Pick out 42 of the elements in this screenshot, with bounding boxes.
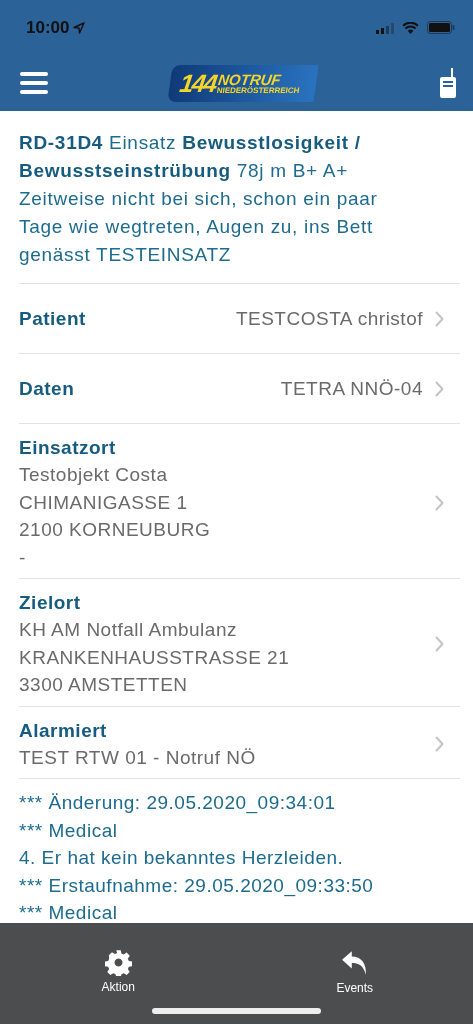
radio-icon[interactable] — [439, 68, 457, 98]
row-value: 2100 KORNEUBURG — [19, 518, 212, 542]
row-label: Patient — [19, 306, 87, 331]
gear-icon — [104, 949, 132, 976]
row-value: 3300 AMSTETTEN — [19, 673, 189, 697]
chevron-icon — [435, 380, 444, 397]
incident-summary: RD-31D4 Einsatz Bewusstlosigkeit / Bewusstseinstrübung 78j m B+ A+ Zeitweise nicht bei sich, schon ein paar Tage wie wegtreten, Augen zu, ins Bett genässt TESTEINSATZ — [19, 131, 379, 267]
row-value: TEST RTW 01 - Notruf NÖ — [19, 745, 257, 770]
event-note: *** Medical — [19, 818, 119, 843]
detail-row[interactable]: Alarmiert TEST RTW 01 - Notruf NÖ — [19, 705, 460, 778]
menu-icon[interactable] — [20, 71, 48, 95]
reply-arrow-icon — [340, 949, 369, 977]
tab-button[interactable]: Aktion — [0, 923, 237, 1024]
battery-icon — [427, 21, 455, 34]
row-label: Alarmiert — [19, 718, 108, 743]
row-label: Einsatzort — [19, 436, 117, 460]
row-value: KH AM Notfall Ambulanz — [19, 618, 238, 642]
chevron-icon — [435, 310, 444, 327]
detail-row[interactable]: Einsatzort Testobjekt Costa CHIMANIGASSE 1 2100 KORNEUBURG - — [19, 423, 460, 578]
event-note: *** Änderung: 29.05.2020_09:34:01 — [19, 791, 337, 816]
event-note: *** Medical — [19, 901, 119, 923]
row-value: CHIMANIGASSE 1 — [19, 490, 189, 515]
wifi-icon — [402, 21, 419, 34]
row-value: Testobjekt Costa — [19, 463, 169, 487]
chevron-icon — [435, 495, 444, 511]
detail-row[interactable]: Zielort KH AM Notfall Ambulanz KRANKENHAUSSTRASSE 21 3300 AMSTETTEN — [19, 578, 460, 706]
detail-row[interactable]: Daten TETRA NNÖ-04 — [19, 353, 460, 423]
clock-time: 10:00 — [26, 17, 70, 38]
detail-row[interactable]: Patient TESTCOSTA christof — [19, 283, 460, 353]
location-arrow-icon — [73, 21, 86, 34]
row-value: - — [19, 545, 27, 570]
row-value: KRANKENHAUSSTRASSE 21 — [19, 645, 291, 670]
tab-button[interactable]: Events — [236, 923, 473, 1024]
chevron-icon — [435, 736, 444, 753]
row-label: Daten — [19, 376, 76, 401]
chevron-icon — [435, 636, 444, 653]
row-value: TESTCOSTA christof — [235, 306, 423, 331]
event-note: 4. Er hat kein bekanntes Herzleiden. — [19, 846, 345, 870]
row-label: Zielort — [19, 591, 82, 615]
event-note: *** Erstaufnahme: 29.05.2020_09:33:50 — [19, 873, 375, 899]
row-value: TETRA NNÖ-04 — [280, 376, 423, 401]
signal-icon — [376, 21, 394, 34]
